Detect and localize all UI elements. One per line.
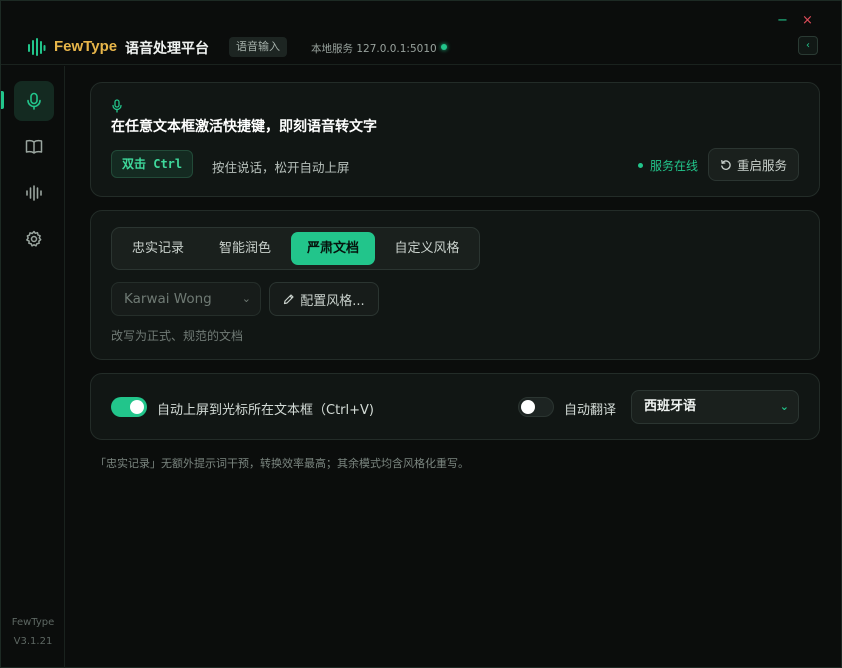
toggle-knob	[130, 400, 144, 414]
sidebar-item-dictionary[interactable]	[14, 127, 54, 167]
tab-formal-document[interactable]: 严肃文档	[291, 232, 375, 265]
style-card: 忠实记录 智能润色 严肃文档 自定义风格 Karwai Wong ⌄ 配置风格.…	[90, 210, 820, 360]
voice-select-value: Karwai Wong	[124, 291, 212, 307]
sidebar-item-voice[interactable]	[14, 81, 54, 121]
hotkey-badge: 双击 Ctrl	[111, 150, 194, 178]
hotkey-hint: 按住说话，松开自动上屏	[212, 160, 350, 175]
style-description: 改写为正式、规范的文档	[111, 329, 244, 343]
refresh-icon	[721, 159, 731, 170]
mic-icon	[112, 99, 122, 113]
chevron-down-icon: ⌄	[779, 400, 789, 413]
sidebar-app-name: FewType	[11, 617, 55, 628]
chevron-down-icon: ⌄	[241, 292, 251, 305]
options-card: 自动上屏到光标所在文本框（Ctrl+V) 自动翻译 西班牙语 ⌄	[90, 373, 820, 440]
mode-footnote: 「忠实记录」无额外提示词干预，转换效率最高；其余模式均含风格化重写。	[95, 457, 469, 470]
title-bar: FewType 语音处理平台 语音输入 本地服务 127.0.0.1:5010 …	[1, 1, 841, 65]
waveform-icon	[26, 185, 42, 201]
hotkey-headline: 在任意文本框激活快捷键，即刻语音转文字	[111, 119, 377, 135]
minimize-button[interactable]: −	[777, 13, 788, 28]
configure-style-button[interactable]: 配置风格...	[269, 282, 379, 316]
sidebar-version: V3.1.21	[13, 636, 53, 647]
status-dot	[638, 163, 643, 168]
auto-translate-label: 自动翻译	[564, 403, 617, 418]
logo-icon	[28, 38, 46, 56]
service-status-dot	[441, 44, 447, 50]
platform-title: 语音处理平台	[125, 41, 209, 57]
sidebar-item-settings[interactable]	[14, 219, 54, 259]
auto-paste-label: 自动上屏到光标所在文本框（Ctrl+V)	[157, 403, 374, 418]
restart-service-label: 重启服务	[736, 158, 787, 173]
app-window: FewType 语音处理平台 语音输入 本地服务 127.0.0.1:5010 …	[0, 0, 842, 668]
book-icon	[25, 139, 43, 154]
sidebar-active-indicator	[1, 91, 4, 109]
service-status: 服务在线	[650, 159, 699, 173]
brand-name: FewType	[54, 38, 118, 55]
configure-style-label: 配置风格...	[300, 293, 365, 309]
mic-icon	[27, 92, 41, 110]
pencil-icon	[284, 294, 294, 305]
translate-language-value: 西班牙语	[644, 399, 697, 414]
collapse-button[interactable]: ‹	[798, 36, 818, 55]
sidebar-item-audio[interactable]	[14, 173, 54, 213]
mode-tag: 语音输入	[229, 37, 287, 57]
style-tabs: 忠实记录 智能润色 严肃文档 自定义风格	[111, 227, 480, 270]
tab-polish[interactable]: 智能润色	[204, 232, 286, 265]
auto-paste-toggle[interactable]	[111, 397, 147, 417]
hotkey-card: 在任意文本框激活快捷键，即刻语音转文字 双击 Ctrl 按住说话，松开自动上屏 …	[90, 82, 820, 197]
tab-faithful[interactable]: 忠实记录	[117, 232, 199, 265]
auto-translate-toggle[interactable]	[518, 397, 554, 417]
restart-service-button[interactable]: 重启服务	[708, 148, 799, 181]
voice-select[interactable]: Karwai Wong ⌄	[111, 282, 261, 316]
tab-custom-style[interactable]: 自定义风格	[380, 232, 474, 265]
close-button[interactable]: ×	[802, 13, 813, 28]
service-address: 本地服务 127.0.0.1:5010	[311, 43, 437, 55]
toggle-knob	[521, 400, 535, 414]
sidebar: FewType V3.1.21	[1, 66, 65, 668]
translate-language-select[interactable]: 西班牙语 ⌄	[631, 390, 799, 424]
gear-icon	[26, 230, 42, 247]
